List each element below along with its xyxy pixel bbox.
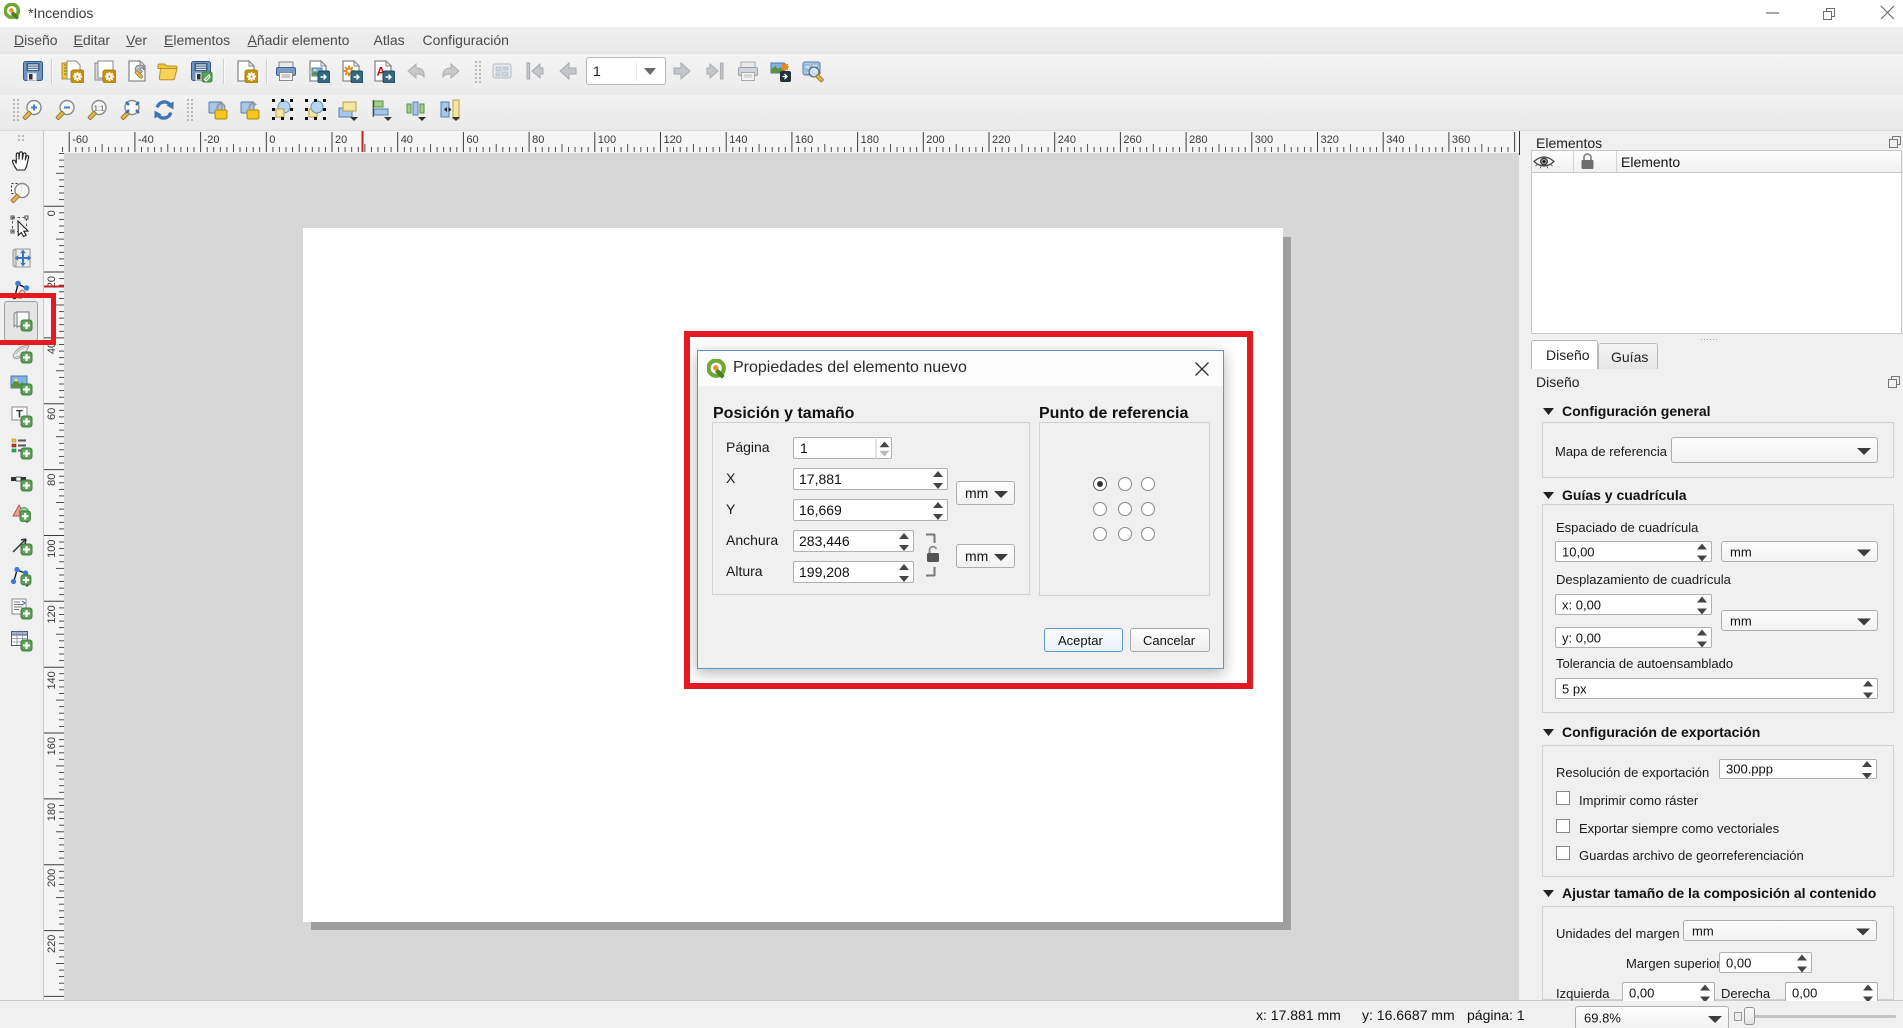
svg-text:340: 340 xyxy=(1386,134,1404,146)
svg-text:80: 80 xyxy=(532,134,544,146)
svg-text:180: 180 xyxy=(861,134,879,146)
svg-text:100: 100 xyxy=(598,134,616,146)
svg-text:280: 280 xyxy=(1189,134,1207,146)
svg-text:-40: -40 xyxy=(138,134,154,146)
svg-text:300: 300 xyxy=(1255,134,1273,146)
svg-text:1:1: 1:1 xyxy=(94,104,104,113)
svg-text:80: 80 xyxy=(46,474,58,486)
svg-text:360: 360 xyxy=(1452,134,1470,146)
svg-text:140: 140 xyxy=(729,134,747,146)
svg-text:40: 40 xyxy=(401,134,413,146)
svg-text:180: 180 xyxy=(46,803,58,821)
svg-text:320: 320 xyxy=(1321,134,1339,146)
svg-text:200: 200 xyxy=(926,134,944,146)
svg-text:160: 160 xyxy=(795,134,813,146)
svg-text:120: 120 xyxy=(46,605,58,623)
svg-text:220: 220 xyxy=(46,935,58,953)
svg-text:120: 120 xyxy=(664,134,682,146)
svg-text:140: 140 xyxy=(46,671,58,689)
svg-text:220: 220 xyxy=(992,134,1010,146)
svg-text:200: 200 xyxy=(46,869,58,887)
svg-text:160: 160 xyxy=(46,737,58,755)
svg-text:20: 20 xyxy=(335,134,347,146)
svg-text:60: 60 xyxy=(46,408,58,420)
svg-text:100: 100 xyxy=(46,540,58,558)
svg-text:-60: -60 xyxy=(72,134,88,146)
svg-text:0: 0 xyxy=(46,210,58,216)
svg-text:260: 260 xyxy=(1123,134,1141,146)
svg-text:60: 60 xyxy=(466,134,478,146)
svg-text:240: 240 xyxy=(1058,134,1076,146)
svg-text:0: 0 xyxy=(269,134,275,146)
svg-text:-20: -20 xyxy=(204,134,220,146)
